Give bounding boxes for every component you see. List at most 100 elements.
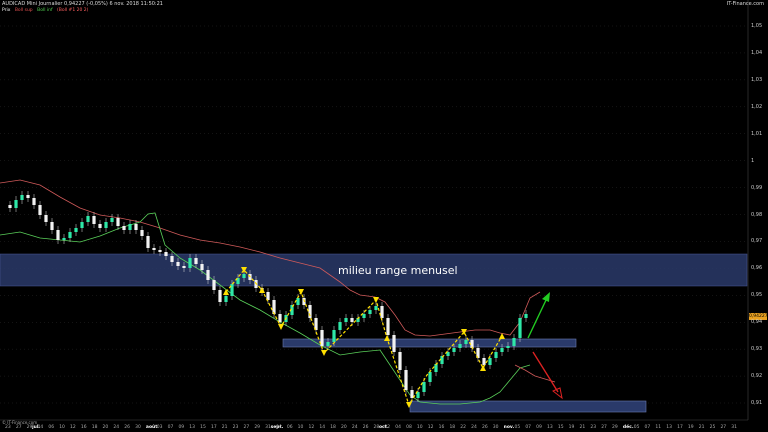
- candle-bullish: [332, 330, 336, 342]
- candle-bearish: [158, 250, 162, 252]
- legend-price[interactable]: Prix: [2, 8, 10, 13]
- candle-bullish: [80, 222, 84, 228]
- candle-bullish: [188, 258, 192, 268]
- time-tick-label: 06: [48, 425, 55, 430]
- time-tick-label: 21: [698, 425, 705, 430]
- candle-bullish: [506, 346, 510, 348]
- price-tick-label: 1,01: [751, 130, 763, 137]
- price-tick-label: 1,05: [751, 23, 763, 29]
- bearish-arrowhead: [552, 387, 563, 400]
- candle-bearish: [92, 216, 96, 224]
- time-tick-label: 21: [221, 425, 228, 430]
- swing-marker: [278, 324, 284, 330]
- time-tick-label: 05: [633, 425, 640, 430]
- legend-boll-sup[interactable]: Boll sup: [15, 8, 33, 13]
- time-tick-label: 15: [200, 425, 206, 430]
- price-tick-label: 0,93: [751, 346, 763, 353]
- candle-bullish: [428, 372, 432, 382]
- time-tick-label: 12: [427, 425, 434, 430]
- legend-boll-params[interactable]: (Boll #1 20 2): [57, 8, 88, 13]
- candle-bearish: [272, 300, 276, 314]
- time-tick-label: 21: [579, 425, 586, 430]
- time-tick-label: 12: [70, 425, 76, 430]
- time-tick-label: 17: [210, 425, 217, 430]
- candle-bullish: [494, 352, 498, 358]
- time-tick-label: 08: [406, 425, 412, 430]
- candle-bearish: [170, 256, 174, 262]
- time-tick-label: 04: [395, 425, 401, 430]
- price-tick-label: 0,92: [751, 373, 763, 380]
- candle-bearish: [392, 335, 396, 352]
- time-tick-label: nov.: [503, 425, 515, 430]
- price-tick-label: 1,04: [751, 49, 763, 56]
- candle-bearish: [152, 248, 156, 250]
- candle-bearish: [200, 264, 204, 270]
- time-tick-label: 14: [319, 425, 326, 430]
- candle-bullish: [62, 238, 66, 240]
- bollinger-lower-band: [0, 212, 531, 405]
- candle-bullish: [464, 340, 468, 344]
- time-tick-label: 24: [351, 425, 358, 430]
- price-tick-label: 0,95: [751, 292, 763, 299]
- time-tick-label: 27: [15, 425, 22, 430]
- candle-bullish: [524, 314, 528, 318]
- time-tick-label: 18: [330, 425, 336, 430]
- candle-bullish: [338, 322, 342, 330]
- price-chart[interactable]: [0, 0, 768, 432]
- swing-marker: [298, 289, 304, 295]
- time-tick-label: 27: [720, 425, 727, 430]
- time-tick-label: 22: [460, 425, 466, 430]
- price-tick-label: 0,99: [751, 184, 763, 191]
- candle-bearish: [386, 318, 390, 335]
- candle-bearish: [56, 230, 60, 240]
- candle-bullish: [86, 216, 90, 222]
- candle-bullish: [68, 232, 72, 238]
- candle-bullish: [374, 306, 378, 310]
- price-tick-label: 0,97: [751, 238, 763, 245]
- candle-bullish: [20, 195, 24, 200]
- time-tick-label: 20: [102, 425, 109, 430]
- bearish-arrow: [532, 351, 559, 393]
- candle-bearish: [38, 205, 42, 215]
- candle-bullish: [326, 342, 330, 346]
- candle-bullish: [500, 348, 504, 352]
- time-tick-label: 30: [492, 425, 499, 430]
- time-tick-label: 26: [124, 425, 130, 430]
- time-tick-label: 06: [286, 425, 293, 430]
- candle-bullish: [344, 318, 348, 322]
- candle-bearish: [26, 195, 30, 198]
- time-tick-label: 23: [590, 425, 597, 430]
- time-tick-label: 16: [438, 425, 445, 430]
- candle-bullish: [452, 348, 456, 352]
- time-tick-label: 29: [254, 425, 261, 430]
- time-tick-label: 07: [525, 425, 532, 430]
- price-tick-label: 1,03: [751, 76, 763, 83]
- candles-series: [8, 191, 528, 402]
- candle-bearish: [182, 266, 186, 268]
- candle-bearish: [134, 224, 138, 230]
- candle-bearish: [122, 226, 126, 230]
- time-tick-label: 12: [308, 425, 315, 430]
- candle-bearish: [212, 280, 216, 290]
- price-tick-label: 0,94: [751, 319, 763, 326]
- zone-annotation: milieu range menusel: [338, 264, 458, 277]
- time-tick-label: 02: [384, 425, 391, 430]
- time-tick-label: 16: [80, 425, 87, 430]
- time-tick-label: 11: [655, 425, 662, 430]
- candle-bearish: [482, 358, 486, 365]
- candle-bullish: [14, 200, 18, 208]
- candle-bearish: [410, 390, 414, 398]
- swing-markers: [223, 267, 505, 408]
- swing-marker: [384, 335, 390, 341]
- legend-boll-inf[interactable]: Boll inf: [37, 8, 52, 13]
- time-tick-label: 07: [644, 425, 651, 430]
- price-tick-label: 1,02: [751, 103, 763, 110]
- support-zone-lower: [409, 400, 647, 413]
- time-tick-label: 19: [687, 425, 694, 430]
- indicator-legend: Prix Boll sup Boll inf (Boll #1 20 2): [2, 8, 91, 13]
- price-tick-label: 1: [751, 157, 755, 164]
- time-tick-label: 31: [731, 425, 737, 430]
- candle-bearish: [194, 258, 198, 264]
- candle-bullish: [128, 224, 132, 230]
- price-tick-label: 0,98: [751, 211, 763, 218]
